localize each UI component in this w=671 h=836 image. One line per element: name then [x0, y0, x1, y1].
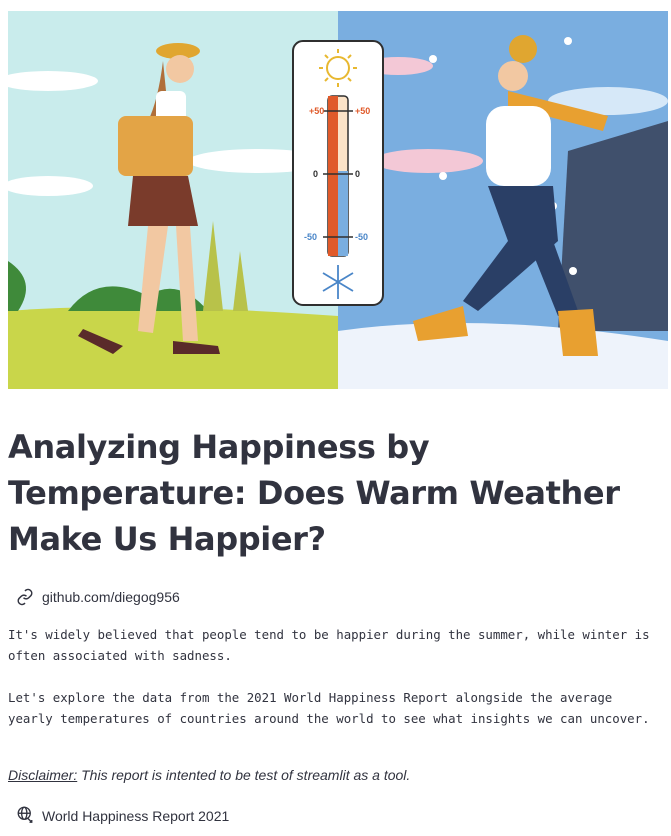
- github-link-text: github.com/diegog956: [42, 589, 180, 605]
- thermo-label-bottom-right: -50: [355, 232, 368, 242]
- hero-illustration: +50 +50 0 0 -50 -50: [8, 11, 668, 389]
- page-title: Analyzing Happiness by Temperature: Does…: [8, 428, 620, 558]
- github-link[interactable]: github.com/diegog956: [16, 588, 180, 606]
- link-icon: [16, 588, 34, 606]
- thermo-label-top-left: +50: [309, 106, 324, 116]
- explore-paragraph: Let's explore the data from the 2021 Wor…: [8, 690, 650, 726]
- disclaimer-label: Disclaimer:: [8, 767, 78, 783]
- report-link-text: World Happiness Report 2021: [42, 807, 230, 824]
- disclaimer-text: This report is intented to be test of st…: [77, 767, 411, 783]
- thermo-label-bottom-left: -50: [304, 232, 317, 242]
- disclaimer: Disclaimer: This report is intented to b…: [8, 767, 410, 783]
- intro-paragraph: It's widely believed that people tend to…: [8, 627, 650, 663]
- thermo-label-top-right: +50: [355, 106, 370, 116]
- report-link[interactable]: World Happiness Report 2021: [16, 805, 229, 826]
- thermo-label-mid-left: 0: [313, 169, 318, 179]
- globe-link-icon: [16, 805, 34, 826]
- thermo-label-mid-right: 0: [355, 169, 360, 179]
